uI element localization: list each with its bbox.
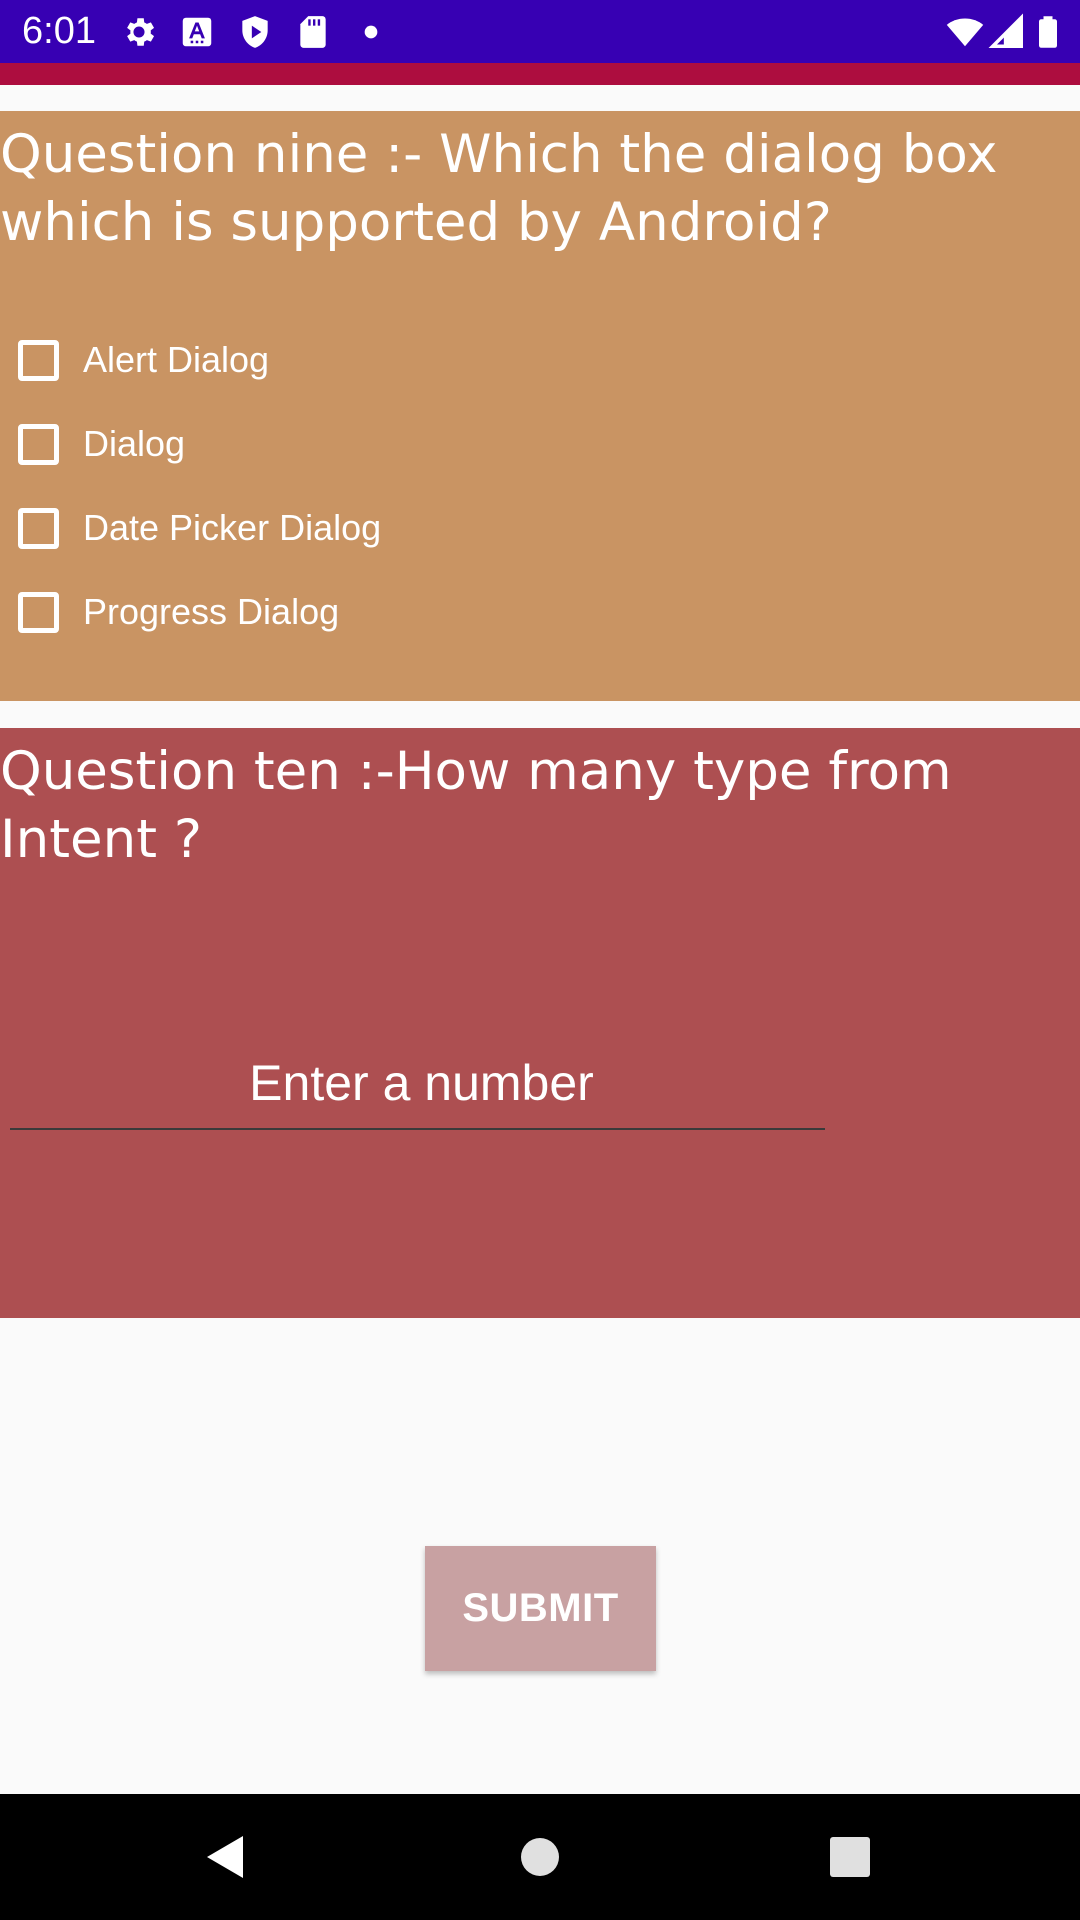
signal-icon <box>988 13 1023 48</box>
status-time: 6:01 <box>22 10 96 52</box>
home-icon <box>521 1838 559 1876</box>
submit-label: SUBMIT <box>462 1586 619 1630</box>
option-dialog[interactable]: Dialog <box>16 416 185 472</box>
number-input-placeholder: Enter a number <box>249 1055 594 1111</box>
home-button[interactable] <box>450 1794 630 1920</box>
status-bar: 6:01 <box>0 0 1080 63</box>
question-nine-card: Question nine :- Which the dialog box wh… <box>0 111 1080 701</box>
number-input[interactable]: Enter a number <box>10 1038 825 1130</box>
option-label: Alert Dialog <box>83 339 270 380</box>
question-ten-card: Question ten :-How many type from Intent… <box>0 728 1080 1318</box>
dot-icon <box>364 25 378 39</box>
checkbox-date-picker-dialog[interactable] <box>18 507 59 549</box>
option-alert-dialog[interactable]: Alert Dialog <box>16 332 269 388</box>
back-icon <box>207 1836 243 1878</box>
wifi-icon <box>946 18 984 47</box>
question-nine-title: Question nine :- Which the dialog box wh… <box>0 124 998 253</box>
sd-card-icon <box>300 16 326 48</box>
option-date-picker-dialog[interactable]: Date Picker Dialog <box>16 500 381 556</box>
battery-icon <box>1039 16 1057 48</box>
option-label: Dialog <box>83 423 186 464</box>
app-bar-accent <box>0 63 1080 85</box>
checkbox-progress-dialog[interactable] <box>18 591 59 633</box>
shield-icon <box>242 16 268 48</box>
option-label: Progress Dialog <box>83 591 340 632</box>
settings-icon <box>127 18 155 46</box>
option-progress-dialog[interactable]: Progress Dialog <box>16 584 339 640</box>
checkbox-dialog[interactable] <box>18 423 59 465</box>
font-icon <box>182 17 212 47</box>
recents-icon <box>830 1837 870 1877</box>
question-ten-title: Question ten :-How many type from Intent… <box>0 741 952 870</box>
recents-button[interactable] <box>760 1794 940 1920</box>
navigation-bar <box>0 1794 1080 1920</box>
submit-button[interactable]: SUBMIT <box>425 1546 656 1671</box>
back-button[interactable] <box>135 1794 315 1920</box>
checkbox-alert-dialog[interactable] <box>18 339 59 381</box>
option-label: Date Picker Dialog <box>83 507 382 548</box>
